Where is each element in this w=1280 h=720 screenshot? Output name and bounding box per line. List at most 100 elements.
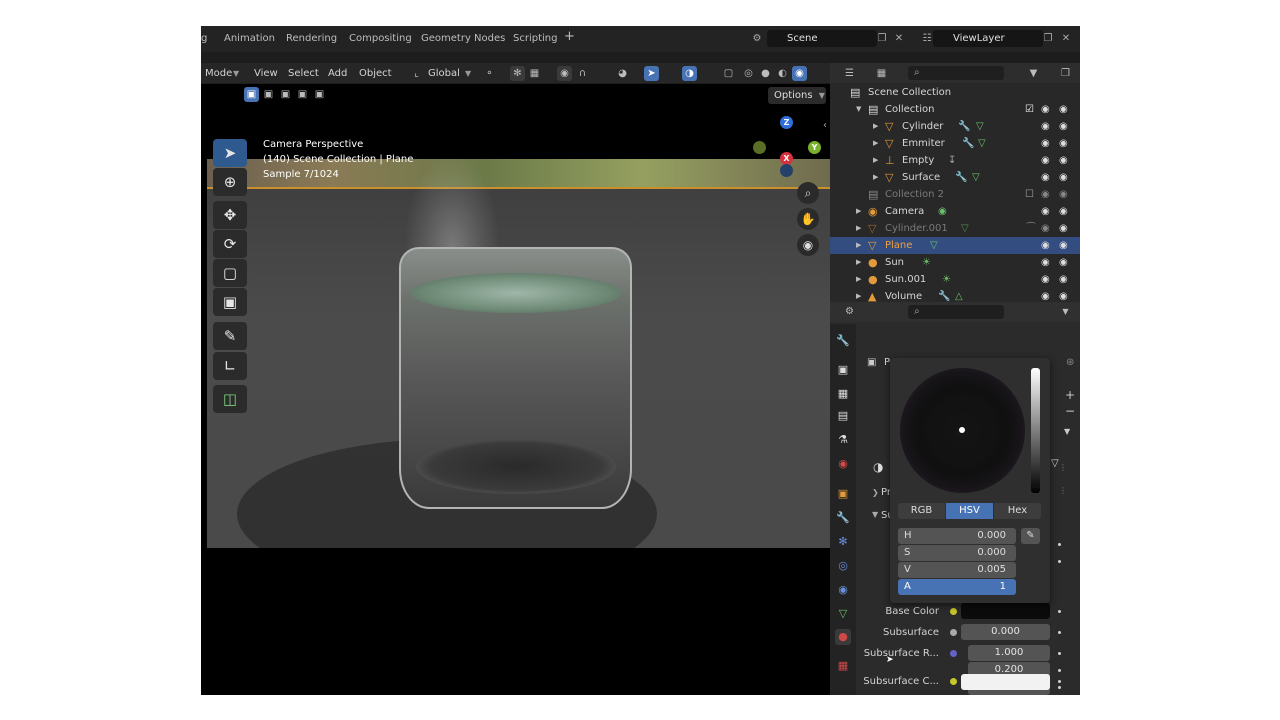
material-shading-icon[interactable]: ◐ [775,66,790,81]
eye-closed-icon[interactable]: ⁀ [1027,220,1035,237]
camera-icon[interactable]: ◉ [1059,169,1068,186]
move-tool[interactable]: ✥ [213,201,247,229]
camera-icon[interactable]: ◉ [1059,135,1068,152]
checkbox-icon[interactable]: ☐ [1025,186,1034,203]
wireframe-shading-icon[interactable]: ◎ [741,66,756,81]
camera-icon[interactable]: ◉ [1059,237,1068,254]
chevron-down-icon[interactable]: ▼ [1064,427,1070,436]
transform-orientation-dropdown[interactable]: Global [428,67,460,80]
collapse-arrow-icon[interactable]: ❯ [872,488,879,497]
tab-geometry-nodes[interactable]: Geometry Nodes [421,32,505,46]
expand-arrow-icon[interactable]: ▶ [873,152,878,169]
color-wheel[interactable] [900,368,1025,493]
color-wheel-cursor[interactable] [959,427,965,433]
outliner-row-sun[interactable]: ▶ ● Sun ☀ ◉ ◉ [830,254,1080,271]
camera-icon[interactable]: ◉ [1059,186,1068,203]
outliner-row-scene-collection[interactable]: ▤ Scene Collection [830,84,1080,101]
eyedropper-icon[interactable]: ✎ [1021,528,1040,544]
expand-arrow-icon[interactable]: ▼ [856,101,861,118]
eye-icon[interactable]: ◉ [1041,186,1050,203]
expand-arrow-icon[interactable]: ▶ [856,271,861,288]
material-tab-icon[interactable]: ● [835,629,851,645]
keyframe-dot-icon[interactable] [1058,560,1061,563]
tab-scripting[interactable]: Scripting [513,32,557,46]
expand-arrow-icon[interactable]: ▼ [872,510,878,519]
select-mode-extend-icon[interactable]: ▣ [261,87,276,102]
menu-add[interactable]: Add [328,67,347,80]
new-view-layer-icon[interactable]: ❐ [1040,31,1056,46]
outliner-row-surface[interactable]: ▶ ▽ Surface 🔧 ▽ ◉ ◉ [830,169,1080,186]
select-box-tool[interactable]: ➤ [213,139,247,167]
rgb-mode-button[interactable]: RGB [898,503,945,519]
camera-icon[interactable]: ◉ [1059,203,1068,220]
camera-icon[interactable]: ◉ [1059,101,1068,118]
xray-icon[interactable]: ▢ [721,66,736,81]
scale-tool[interactable]: ▢ [213,259,247,287]
camera-icon[interactable]: ◉ [1059,118,1068,135]
mode-dropdown[interactable]: Mode [205,67,232,80]
scene-selector[interactable]: Scene [767,30,877,47]
modifier-tab-icon[interactable]: 🔧 [835,510,851,526]
add-workspace-button[interactable]: + [564,30,575,44]
expand-arrow-icon[interactable]: ▶ [856,203,861,220]
gizmo-z-axis[interactable]: Z [780,116,793,129]
keyframe-dot-icon[interactable] [1058,680,1061,683]
keyframe-dot-icon[interactable] [1058,652,1061,655]
object-tab-icon[interactable]: ▣ [835,486,851,502]
eye-icon[interactable]: ◉ [1041,101,1050,118]
outliner-row-cylinder[interactable]: ▶ ▽ Cylinder 🔧 ▽ ◉ ◉ [830,118,1080,135]
outliner-row-plane[interactable]: ▶ ▽ Plane ▽ ◉ ◉ [830,237,1080,254]
camera-icon[interactable]: ◉ [1059,254,1068,271]
tab-partial[interactable]: g [201,32,207,46]
select-mode-new-icon[interactable]: ▣ [244,87,259,102]
constraints-tab-icon[interactable]: ◉ [835,582,851,598]
physics-tab-icon[interactable]: ◎ [835,558,851,574]
outliner-row-cylinder-001[interactable]: ▶ ▽ Cylinder.001 ▽ ⁀ ◉ ◉ [830,220,1080,237]
snap-target-icon[interactable]: ▦ [527,66,542,81]
camera-view-icon[interactable]: ◉ [797,234,819,256]
data-tab-icon[interactable]: ▽ [835,606,851,622]
close-view-layer-icon[interactable]: ✕ [1058,31,1074,46]
outliner-row-emmiter[interactable]: ▶ ▽ Emmiter 🔧 ▽ ◉ ◉ [830,135,1080,152]
remove-slot-icon[interactable]: − [1065,404,1075,418]
drag-handle-icon[interactable]: ⋮ [1059,463,1067,472]
subsurface-field[interactable]: 0.000 [961,624,1050,640]
options-dropdown[interactable]: Options ▼ [768,87,826,104]
scene-tab-icon[interactable]: ⚗ [835,432,851,448]
eye-icon[interactable]: ◉ [1041,203,1050,220]
hex-mode-button[interactable]: Hex [994,503,1041,519]
add-slot-icon[interactable]: + [1065,388,1075,402]
outliner-row-collection-2[interactable]: ▤ Collection 2 ☐ ◉ ◉ [830,186,1080,203]
hue-field[interactable]: H 0.000 [898,528,1016,544]
eye-icon[interactable]: ◉ [1041,169,1050,186]
expand-arrow-icon[interactable]: ▶ [856,254,861,271]
tab-animation[interactable]: Animation [224,32,275,46]
menu-select[interactable]: Select [288,67,319,80]
menu-view[interactable]: View [254,67,278,80]
outliner-search-input[interactable]: ⌕ [908,66,1004,80]
particles-tab-icon[interactable]: ✻ [835,534,851,550]
value-slider-handle[interactable] [1032,485,1039,488]
select-mode-intersect-icon[interactable]: ▣ [312,87,327,102]
expand-arrow-icon[interactable]: ▶ [873,118,878,135]
editor-type-icon[interactable]: ⚙ [842,304,857,319]
scene-icon[interactable]: ⚙ [749,31,765,46]
falloff-icon[interactable]: ∩ [575,66,590,81]
view-layer-tab-icon[interactable]: ▤ [835,408,851,424]
world-tab-icon[interactable]: ◉ [835,456,851,472]
keyframe-dot-icon[interactable] [1058,610,1061,613]
expand-arrow-icon[interactable]: ▶ [856,220,861,237]
tool-tab-icon[interactable]: 🔧 [835,333,851,349]
zoom-icon[interactable]: ⌕ [797,182,819,204]
cursor-tool[interactable]: ⊕ [213,168,247,196]
eye-icon[interactable]: ◉ [1041,152,1050,169]
keyframe-dot-icon[interactable] [1058,543,1061,546]
select-mode-subtract-icon[interactable]: ▣ [278,87,293,102]
display-mode-icon[interactable]: ▦ [874,66,889,81]
hsv-mode-button[interactable]: HSV [946,503,993,519]
outliner-row-sun-001[interactable]: ▶ ● Sun.001 ☀ ◉ ◉ [830,271,1080,288]
properties-search-input[interactable]: ⌕ [908,305,1004,319]
base-color-swatch[interactable] [961,603,1050,619]
annotate-tool[interactable]: ✎ [213,322,247,350]
value-slider[interactable] [1031,368,1040,493]
